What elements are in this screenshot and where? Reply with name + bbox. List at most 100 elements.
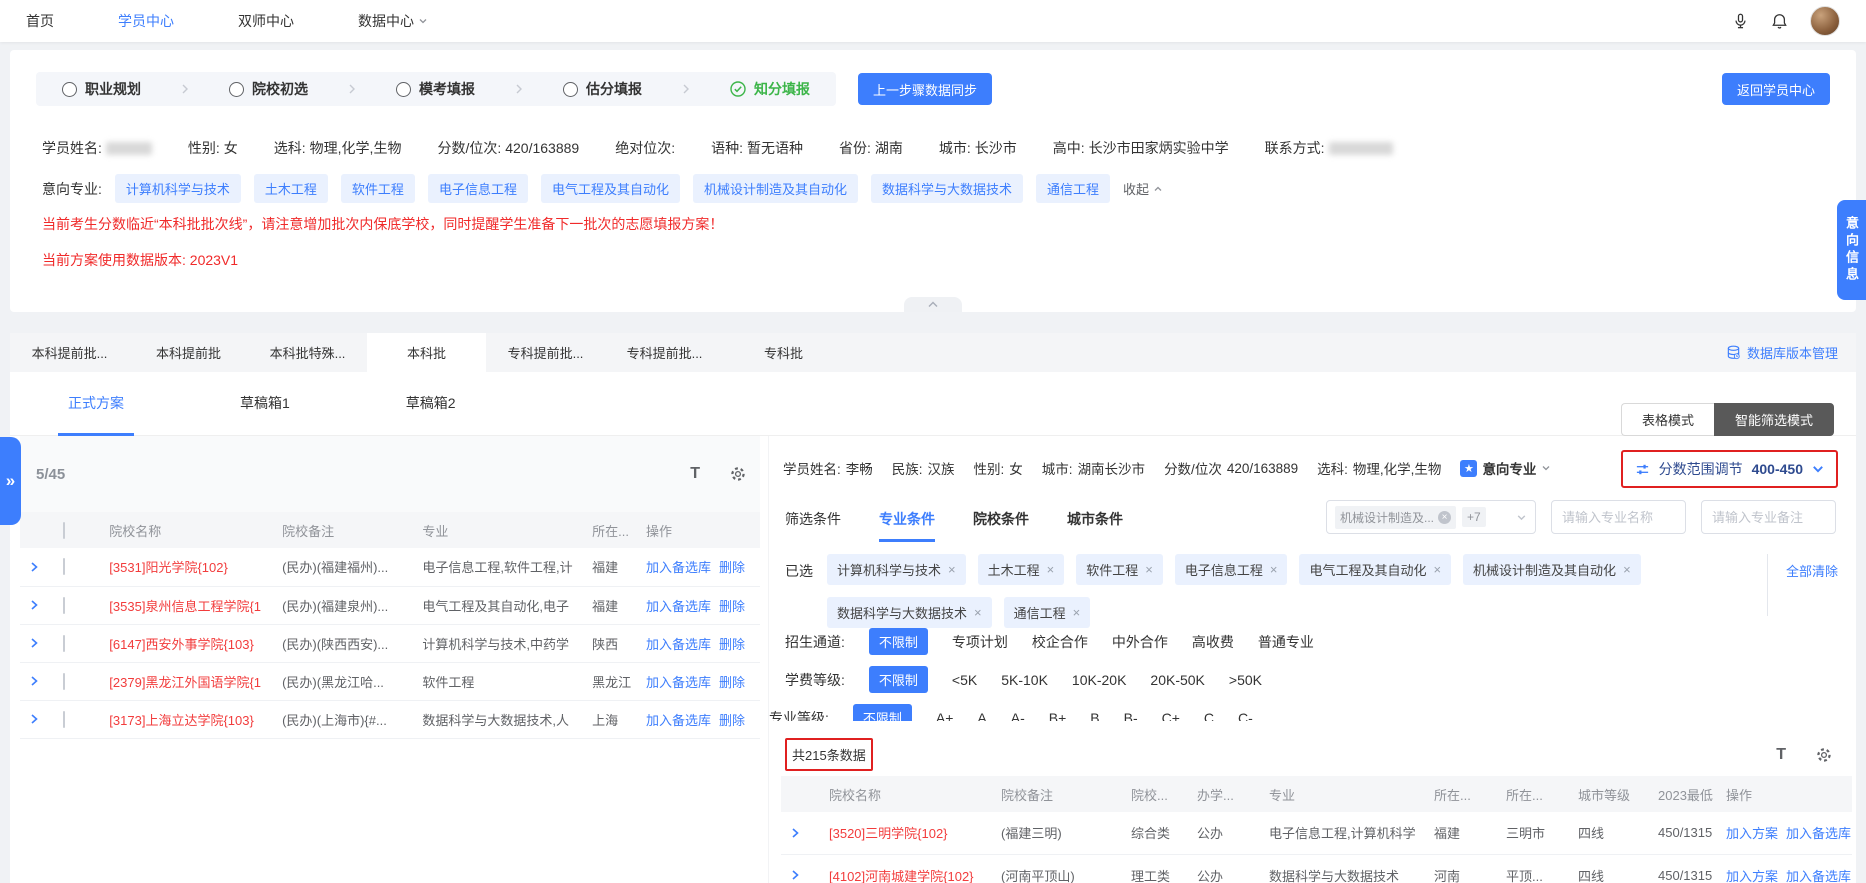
score-range-adjuster[interactable]: 分数范围调节 400-450 [1620,450,1838,488]
grade-option[interactable]: B [1090,710,1099,722]
table-mode-button[interactable]: 表格模式 [1620,403,1714,436]
expand-row-icon[interactable] [789,869,801,881]
collapse-majors-link[interactable]: 收起 [1123,179,1163,198]
remove-tag-icon[interactable]: × [1073,605,1081,620]
nav-data-center[interactable]: 数据中心 [358,11,428,31]
grade-option-unlimited[interactable]: 不限制 [852,704,912,721]
major-tag[interactable]: 软件工程 [340,174,415,203]
tab-benke-tiqianpi-a[interactable]: 本科提前批... [10,333,129,372]
channel-option[interactable]: 校企合作 [1032,632,1088,652]
selected-major-tag[interactable]: 电气工程及其自动化 × [1299,554,1452,585]
gear-icon[interactable] [730,466,746,482]
tab-city-conditions[interactable]: 城市条件 [1067,509,1123,542]
selected-major-tag[interactable]: 电子信息工程 × [1174,554,1288,585]
major-name-input[interactable] [1551,500,1686,534]
sync-previous-step-button[interactable]: 上一步骤数据同步 [858,73,993,105]
expand-row-icon[interactable] [28,713,40,725]
clear-all-link[interactable]: 全部清除 [1786,561,1838,616]
step-mock-application[interactable]: 模考填报 [396,79,475,99]
add-plan-link[interactable]: 加入方案 [1726,826,1778,841]
expand-row-icon[interactable] [28,675,40,687]
grade-option[interactable]: A+ [936,710,954,722]
remove-tag-icon[interactable]: × [1433,562,1441,577]
remove-tag-icon[interactable]: × [1270,562,1278,577]
text-size-icon[interactable]: T [1776,746,1786,764]
tuition-option[interactable]: >50K [1229,672,1262,688]
selected-major-tag[interactable]: 通信工程 × [1003,597,1091,628]
major-tag[interactable]: 计算机科学与技术 [114,174,241,203]
major-note-input[interactable] [1701,500,1836,534]
selected-major-tag[interactable]: 数据科学与大数据技术 × [827,597,992,628]
tuition-option-unlimited[interactable]: 不限制 [868,666,928,693]
row-checkbox[interactable] [62,710,65,728]
nav-teacher-center[interactable]: 双师中心 [238,11,294,31]
channel-option[interactable]: 高收费 [1192,632,1234,652]
school-name-link[interactable]: [6147]西安外事学院{103} [109,637,254,652]
grade-option[interactable]: C [1204,710,1214,722]
step-college-preselect[interactable]: 院校初选 [229,79,308,99]
major-tag[interactable]: 电子信息工程 [427,174,528,203]
remove-tag-icon[interactable]: × [1145,562,1153,577]
add-backup-link[interactable]: 加入备选库 [646,599,711,614]
remove-tag-icon[interactable]: × [974,605,982,620]
step-career-planning[interactable]: 职业规划 [62,79,141,99]
major-tag[interactable]: 土木工程 [253,174,328,203]
expand-row-icon[interactable] [28,637,40,649]
major-multi-select[interactable]: 机械设计制造及... × +7 [1326,500,1536,534]
school-name-link[interactable]: [3520]三明学院{102} [829,826,948,841]
expand-row-icon[interactable] [789,827,801,839]
tab-benkepi[interactable]: 本科批 [367,333,486,372]
text-size-icon[interactable]: T [690,465,700,483]
row-checkbox[interactable] [62,558,65,576]
tab-major-conditions[interactable]: 专业条件 [879,509,935,542]
add-backup-link[interactable]: 加入备选库 [1786,869,1851,883]
major-tag[interactable]: 数据科学与大数据技术 [870,174,1023,203]
grade-option[interactable]: B+ [1049,710,1067,722]
collapse-panel-button[interactable] [904,297,962,312]
select-all-checkbox[interactable] [62,521,65,539]
major-tag[interactable]: 电气工程及其自动化 [540,174,680,203]
tab-benke-tiqianpi[interactable]: 本科提前批 [129,333,248,372]
tab-college-conditions[interactable]: 院校条件 [973,509,1029,542]
tuition-option[interactable]: 10K-20K [1072,672,1126,688]
expand-row-icon[interactable] [28,599,40,611]
tab-official-plan[interactable]: 正式方案 [58,372,134,436]
nav-student-center[interactable]: 学员中心 [118,11,174,31]
remove-tag-icon[interactable]: × [1047,562,1055,577]
step-estimated-application[interactable]: 估分填报 [563,79,642,99]
remove-tag-icon[interactable]: × [1623,562,1631,577]
grade-option[interactable]: B- [1124,710,1138,722]
selected-major-tag[interactable]: 软件工程 × [1076,554,1163,585]
expand-row-icon[interactable] [28,561,40,573]
row-checkbox[interactable] [62,672,65,690]
add-backup-link[interactable]: 加入备选库 [646,713,711,728]
intention-info-side-tab[interactable]: 意向信息 [1837,200,1866,300]
add-backup-link[interactable]: 加入备选库 [1786,826,1851,841]
database-version-link[interactable]: 数据库版本管理 [1726,333,1856,372]
school-name-link[interactable]: [3535]泉州信息工程学院{1 [109,599,261,614]
tab-filter-conditions[interactable]: 筛选条件 [785,509,841,542]
tuition-option[interactable]: 20K-50K [1150,672,1204,688]
school-name-link[interactable]: [3531]阳光学院{102} [109,560,228,575]
school-name-link[interactable]: [2379]黑龙江外国语学院{1 [109,675,261,690]
add-backup-link[interactable]: 加入备选库 [646,560,711,575]
tab-zhuanke-tiqianpi-b[interactable]: 专科提前批... [605,333,724,372]
tab-benkepi-teshu[interactable]: 本科批特殊... [248,333,367,372]
delete-link[interactable]: 删除 [719,637,745,652]
delete-link[interactable]: 删除 [719,713,745,728]
remove-option-icon[interactable]: × [1438,510,1452,524]
step-known-score-application[interactable]: 知分填报 [730,79,810,99]
channel-option[interactable]: 中外合作 [1112,632,1168,652]
add-backup-link[interactable]: 加入备选库 [646,675,711,690]
add-backup-link[interactable]: 加入备选库 [646,637,711,652]
microphone-icon[interactable] [1732,13,1749,30]
nav-home[interactable]: 首页 [26,11,54,31]
avatar[interactable] [1810,6,1840,36]
grade-option[interactable]: A [977,710,986,722]
intention-majors-dropdown[interactable]: ★ 意向专业 [1460,458,1551,478]
channel-option[interactable]: 普通专业 [1258,632,1314,652]
grade-option[interactable]: A- [1011,710,1025,722]
delete-link[interactable]: 删除 [719,675,745,690]
tuition-option[interactable]: <5K [952,672,977,688]
remove-tag-icon[interactable]: × [948,562,956,577]
